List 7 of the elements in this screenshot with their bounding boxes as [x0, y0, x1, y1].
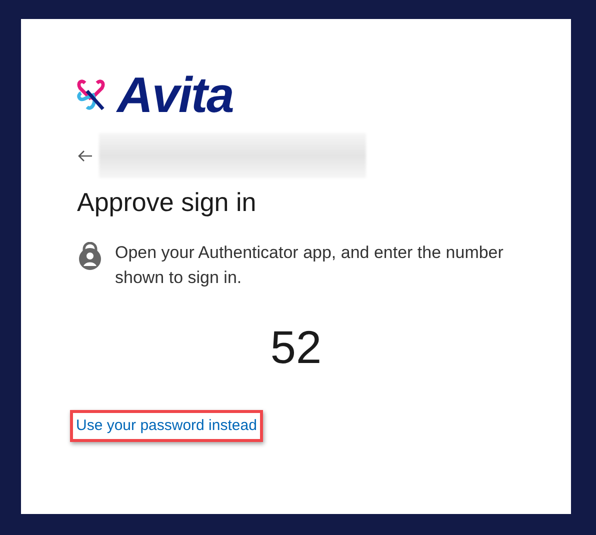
instruction-text: Open your Authenticator app, and enter the number shown to sign in. [115, 242, 504, 289]
verification-number: 52 [270, 324, 322, 370]
back-arrow-icon[interactable] [77, 148, 93, 162]
lock-person-icon [77, 242, 103, 270]
page-title: Approve sign in [77, 186, 258, 219]
password-link[interactable]: Use your password instead [76, 417, 257, 434]
logo-wordmark: Avita [117, 70, 234, 120]
